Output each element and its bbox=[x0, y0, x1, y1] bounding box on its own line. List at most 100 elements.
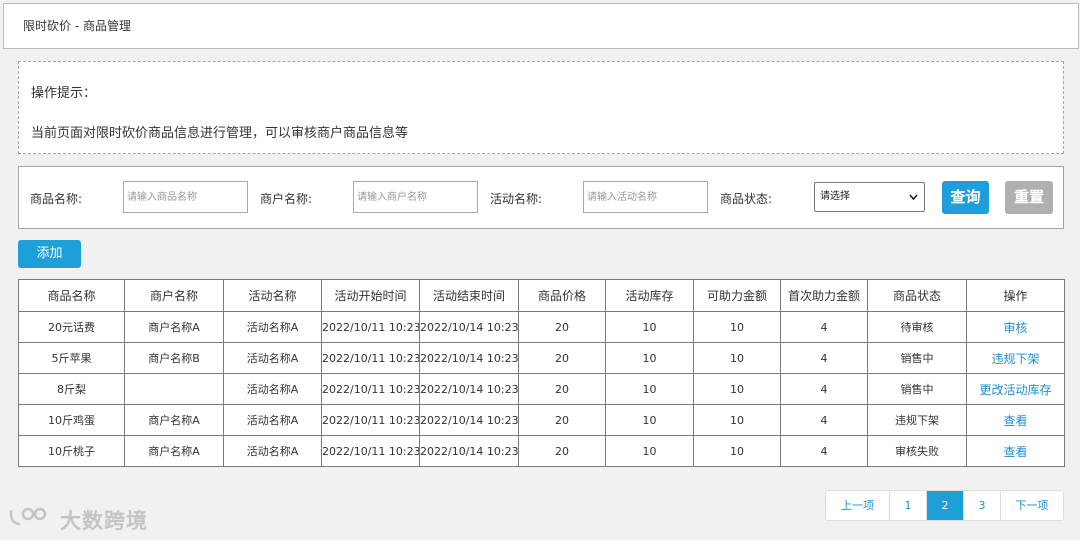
cell-stock: 10 bbox=[605, 404, 694, 436]
cell-activity-name: 活动名称A bbox=[223, 373, 322, 405]
cell-merchant-name: 商户名称A bbox=[124, 404, 224, 436]
prev-page-button[interactable]: 上一项 bbox=[826, 491, 890, 520]
cell-start-time: 2022/10/11 10:23:22 bbox=[321, 373, 420, 405]
header-status: 商品状态 bbox=[867, 279, 967, 312]
table-header-row: 商品名称 商户名称 活动名称 活动开始时间 活动结束时间 商品价格 活动库存 可… bbox=[18, 279, 1065, 312]
query-button[interactable]: 查询 bbox=[942, 181, 989, 214]
cell-start-time: 2022/10/11 10:23:22 bbox=[321, 342, 420, 374]
product-status-select[interactable]: 请选择 bbox=[814, 182, 925, 212]
cell-price: 20 bbox=[518, 342, 606, 374]
tips-text: 当前页面对限时砍价商品信息进行管理，可以审核商户商品信息等 bbox=[31, 126, 409, 141]
table-row: 20元话费 商户名称A 活动名称A 2022/10/11 10:23:22 20… bbox=[18, 311, 1065, 343]
cell-product-name: 10斤鸡蛋 bbox=[18, 404, 125, 436]
cell-assist-amount: 10 bbox=[693, 373, 781, 405]
cell-end-time: 2022/10/14 10:23:22 bbox=[419, 342, 519, 374]
pagination: 上一项 1 2 3 下一项 bbox=[825, 490, 1064, 521]
logo-icon bbox=[8, 507, 56, 533]
product-table: 商品名称 商户名称 活动名称 活动开始时间 活动结束时间 商品价格 活动库存 可… bbox=[18, 279, 1065, 467]
status-select-value: 请选择 bbox=[820, 191, 850, 202]
delist-violation-link[interactable]: 违规下架 bbox=[966, 342, 1065, 374]
cell-end-time: 2022/10/14 10:23:22 bbox=[419, 404, 519, 436]
review-link[interactable]: 审核 bbox=[966, 311, 1065, 343]
cell-price: 20 bbox=[518, 311, 606, 343]
cell-assist-amount: 10 bbox=[693, 404, 781, 436]
cell-product-name: 5斤苹果 bbox=[18, 342, 125, 374]
header-first-assist-amount: 首次助力金额 bbox=[780, 279, 868, 312]
cell-status: 待审核 bbox=[867, 311, 967, 343]
cell-merchant-name bbox=[124, 373, 224, 405]
page-2-button[interactable]: 2 bbox=[927, 491, 964, 520]
watermark: 大数跨境 bbox=[8, 505, 148, 535]
add-button[interactable]: 添加 bbox=[18, 240, 81, 268]
view-link[interactable]: 查看 bbox=[966, 404, 1065, 436]
cell-status: 销售中 bbox=[867, 342, 967, 374]
cell-price: 20 bbox=[518, 373, 606, 405]
header-product-name: 商品名称 bbox=[18, 279, 125, 312]
change-stock-link[interactable]: 更改活动库存 bbox=[966, 373, 1065, 405]
cell-start-time: 2022/10/11 10:23:22 bbox=[321, 311, 420, 343]
chevron-down-icon bbox=[909, 183, 918, 223]
page-1-button[interactable]: 1 bbox=[890, 491, 927, 520]
view-link[interactable]: 查看 bbox=[966, 435, 1065, 467]
header-assist-amount: 可助力金额 bbox=[693, 279, 781, 312]
cell-first-assist-amount: 4 bbox=[780, 373, 868, 405]
cell-end-time: 2022/10/14 10:23:22 bbox=[419, 311, 519, 343]
activity-name-input[interactable] bbox=[583, 181, 708, 213]
header-actions: 操作 bbox=[966, 279, 1065, 312]
cell-first-assist-amount: 4 bbox=[780, 342, 868, 374]
cell-status: 销售中 bbox=[867, 373, 967, 405]
cell-first-assist-amount: 4 bbox=[780, 435, 868, 467]
header-activity-name: 活动名称 bbox=[223, 279, 322, 312]
header-stock: 活动库存 bbox=[605, 279, 694, 312]
header-start-time: 活动开始时间 bbox=[321, 279, 420, 312]
merchant-name-input[interactable] bbox=[353, 181, 478, 213]
product-status-label: 商品状态: bbox=[720, 192, 773, 206]
breadcrumb-text: 限时砍价 - 商品管理 bbox=[23, 19, 131, 33]
cell-product-name: 10斤桃子 bbox=[18, 435, 125, 467]
cell-first-assist-amount: 4 bbox=[780, 404, 868, 436]
cell-first-assist-amount: 4 bbox=[780, 311, 868, 343]
cell-price: 20 bbox=[518, 404, 606, 436]
header-end-time: 活动结束时间 bbox=[419, 279, 519, 312]
cell-assist-amount: 10 bbox=[693, 435, 781, 467]
header-price: 商品价格 bbox=[518, 279, 606, 312]
table-row: 8斤梨 活动名称A 2022/10/11 10:23:22 2022/10/14… bbox=[18, 373, 1065, 405]
cell-status: 审核失败 bbox=[867, 435, 967, 467]
cell-merchant-name: 商户名称A bbox=[124, 311, 224, 343]
cell-price: 20 bbox=[518, 435, 606, 467]
watermark-text: 大数跨境 bbox=[59, 509, 148, 533]
table-row: 10斤桃子 商户名称A 活动名称A 2022/10/11 10:23:22 20… bbox=[18, 435, 1065, 467]
tips-title: 操作提示： bbox=[31, 86, 97, 101]
cell-activity-name: 活动名称A bbox=[223, 404, 322, 436]
cell-stock: 10 bbox=[605, 311, 694, 343]
cell-assist-amount: 10 bbox=[693, 311, 781, 343]
cell-assist-amount: 10 bbox=[693, 342, 781, 374]
table-row: 5斤苹果 商户名称B 活动名称A 2022/10/11 10:23:22 202… bbox=[18, 342, 1065, 374]
operation-tips-panel: 操作提示： 当前页面对限时砍价商品信息进行管理，可以审核商户商品信息等 bbox=[18, 61, 1064, 154]
cell-stock: 10 bbox=[605, 342, 694, 374]
table-row: 10斤鸡蛋 商户名称A 活动名称A 2022/10/11 10:23:22 20… bbox=[18, 404, 1065, 436]
cell-activity-name: 活动名称A bbox=[223, 311, 322, 343]
product-name-input[interactable] bbox=[123, 181, 248, 213]
cell-merchant-name: 商户名称B bbox=[124, 342, 224, 374]
cell-stock: 10 bbox=[605, 435, 694, 467]
reset-button[interactable]: 重置 bbox=[1005, 181, 1053, 214]
cell-product-name: 20元话费 bbox=[18, 311, 125, 343]
cell-end-time: 2022/10/14 10:23:22 bbox=[419, 373, 519, 405]
cell-stock: 10 bbox=[605, 373, 694, 405]
search-panel: 商品名称: 商户名称: 活动名称: 商品状态: 请选择 查询 重置 bbox=[18, 166, 1064, 229]
cell-activity-name: 活动名称A bbox=[223, 435, 322, 467]
breadcrumb: 限时砍价 - 商品管理 bbox=[3, 3, 1079, 49]
cell-start-time: 2022/10/11 10:23:22 bbox=[321, 435, 420, 467]
merchant-name-label: 商户名称: bbox=[260, 192, 313, 206]
cell-end-time: 2022/10/14 10:23:22 bbox=[419, 435, 519, 467]
cell-status: 违规下架 bbox=[867, 404, 967, 436]
cell-start-time: 2022/10/11 10:23:22 bbox=[321, 404, 420, 436]
next-page-button[interactable]: 下一项 bbox=[1001, 491, 1063, 520]
cell-activity-name: 活动名称A bbox=[223, 342, 322, 374]
cell-product-name: 8斤梨 bbox=[18, 373, 125, 405]
activity-name-label: 活动名称: bbox=[490, 192, 543, 206]
page-3-button[interactable]: 3 bbox=[964, 491, 1001, 520]
cell-merchant-name: 商户名称A bbox=[124, 435, 224, 467]
product-name-label: 商品名称: bbox=[30, 192, 83, 206]
